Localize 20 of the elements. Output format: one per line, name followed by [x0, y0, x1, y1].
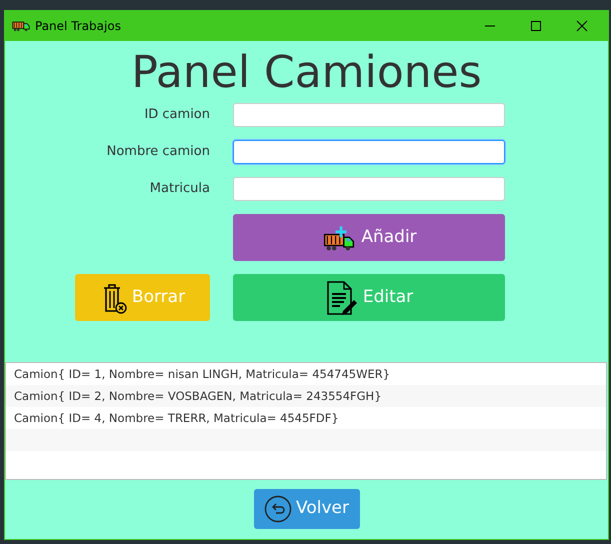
edit-button[interactable]: Editar	[233, 274, 505, 321]
document-pencil-icon	[324, 280, 359, 316]
window-title: Panel Trabajos	[35, 18, 121, 35]
list-item: Camion{ ID= 1, Nombre= nisan LINGH, Matricula= 454745WER}	[13, 366, 392, 383]
delete-button[interactable]: Borrar	[75, 274, 210, 321]
field-label: ID camion	[144, 106, 210, 124]
back-button[interactable]: Volver	[254, 489, 360, 529]
undo-icon	[264, 495, 292, 523]
maximize-icon[interactable]	[530, 20, 542, 32]
list-item: Camion{ ID= 2, Nombre= VOSBAGEN, Matricula= 243554FGH}	[6, 385, 606, 407]
list-item: Camion{ ID= 4, Nombre= TRERR, Matricula= 4545FDF}	[13, 410, 340, 427]
input-field[interactable]	[233, 140, 505, 164]
add-button[interactable]: Añadir	[233, 214, 505, 261]
truck-icon	[12, 20, 30, 32]
close-icon[interactable]	[576, 20, 588, 32]
field-label: Matricula	[150, 180, 210, 198]
input-field[interactable]	[233, 103, 505, 127]
page-heading: Panel Camiones	[130, 51, 483, 95]
input-field[interactable]	[233, 177, 505, 201]
field-label: Nombre camion	[106, 143, 210, 162]
